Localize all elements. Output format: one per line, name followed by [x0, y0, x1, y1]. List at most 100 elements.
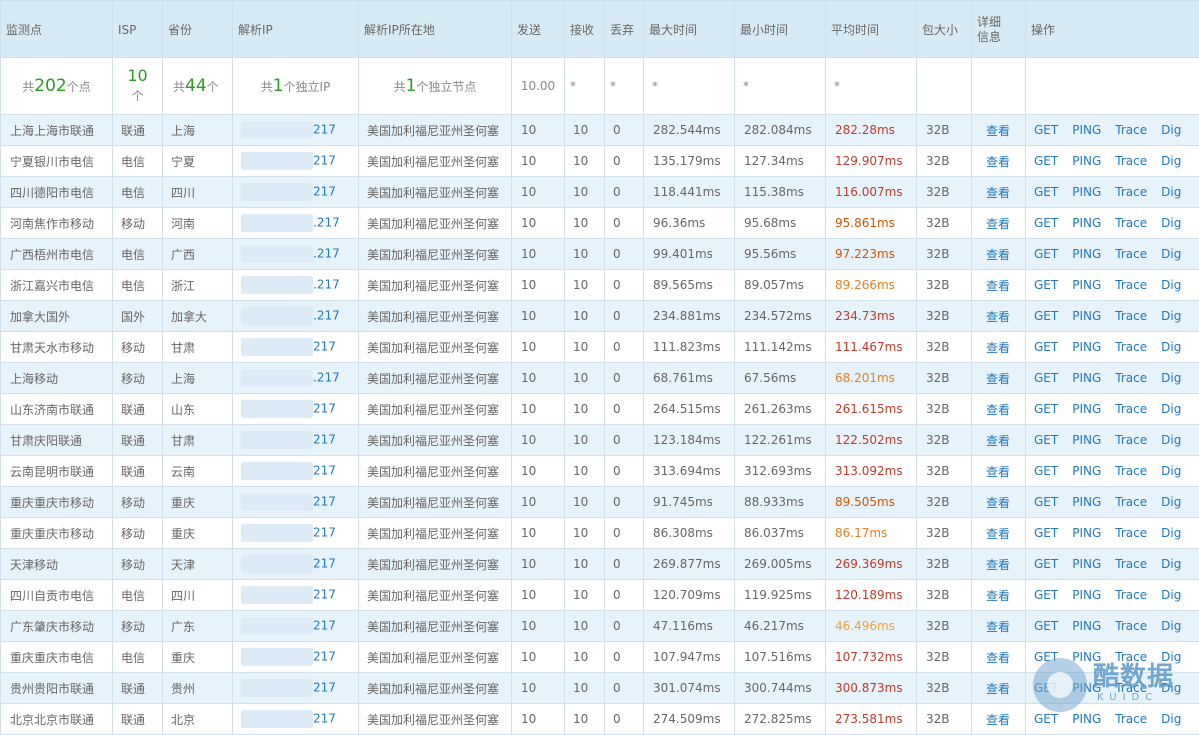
- trace-link[interactable]: Trace: [1115, 371, 1147, 385]
- trace-link[interactable]: Trace: [1115, 619, 1147, 633]
- ping-link[interactable]: PING: [1072, 464, 1101, 478]
- trace-link[interactable]: Trace: [1115, 433, 1147, 447]
- trace-link[interactable]: Trace: [1115, 340, 1147, 354]
- ping-link[interactable]: PING: [1072, 681, 1101, 695]
- trace-link[interactable]: Trace: [1115, 588, 1147, 602]
- view-link[interactable]: 查看: [986, 372, 1010, 386]
- ping-link[interactable]: PING: [1072, 247, 1101, 261]
- view-link[interactable]: 查看: [986, 248, 1010, 262]
- view-link[interactable]: 查看: [986, 496, 1010, 510]
- get-link[interactable]: GET: [1034, 340, 1058, 354]
- view-link[interactable]: 查看: [986, 434, 1010, 448]
- view-link[interactable]: 查看: [986, 186, 1010, 200]
- view-link[interactable]: 查看: [986, 465, 1010, 479]
- trace-link[interactable]: Trace: [1115, 495, 1147, 509]
- view-link[interactable]: 查看: [986, 620, 1010, 634]
- dig-link[interactable]: Dig: [1161, 371, 1181, 385]
- get-link[interactable]: GET: [1034, 309, 1058, 323]
- view-link[interactable]: 查看: [986, 527, 1010, 541]
- get-link[interactable]: GET: [1034, 216, 1058, 230]
- view-link[interactable]: 查看: [986, 651, 1010, 665]
- dig-link[interactable]: Dig: [1161, 185, 1181, 199]
- get-link[interactable]: GET: [1034, 154, 1058, 168]
- dig-link[interactable]: Dig: [1161, 526, 1181, 540]
- get-link[interactable]: GET: [1034, 402, 1058, 416]
- view-link[interactable]: 查看: [986, 682, 1010, 696]
- ping-link[interactable]: PING: [1072, 588, 1101, 602]
- ping-link[interactable]: PING: [1072, 216, 1101, 230]
- dig-link[interactable]: Dig: [1161, 433, 1181, 447]
- trace-link[interactable]: Trace: [1115, 681, 1147, 695]
- dig-link[interactable]: Dig: [1161, 123, 1181, 137]
- ping-link[interactable]: PING: [1072, 371, 1101, 385]
- ping-link[interactable]: PING: [1072, 650, 1101, 664]
- view-link[interactable]: 查看: [986, 589, 1010, 603]
- dig-link[interactable]: Dig: [1161, 681, 1181, 695]
- dig-link[interactable]: Dig: [1161, 247, 1181, 261]
- get-link[interactable]: GET: [1034, 495, 1058, 509]
- view-link[interactable]: 查看: [986, 155, 1010, 169]
- trace-link[interactable]: Trace: [1115, 526, 1147, 540]
- dig-link[interactable]: Dig: [1161, 650, 1181, 664]
- ping-link[interactable]: PING: [1072, 309, 1101, 323]
- get-link[interactable]: GET: [1034, 123, 1058, 137]
- view-link[interactable]: 查看: [986, 310, 1010, 324]
- dig-link[interactable]: Dig: [1161, 712, 1181, 726]
- get-link[interactable]: GET: [1034, 278, 1058, 292]
- dig-link[interactable]: Dig: [1161, 154, 1181, 168]
- dig-link[interactable]: Dig: [1161, 309, 1181, 323]
- dig-link[interactable]: Dig: [1161, 557, 1181, 571]
- ping-link[interactable]: PING: [1072, 433, 1101, 447]
- dig-link[interactable]: Dig: [1161, 619, 1181, 633]
- view-link[interactable]: 查看: [986, 403, 1010, 417]
- view-link[interactable]: 查看: [986, 558, 1010, 572]
- ping-link[interactable]: PING: [1072, 185, 1101, 199]
- dig-link[interactable]: Dig: [1161, 464, 1181, 478]
- view-link[interactable]: 查看: [986, 124, 1010, 138]
- trace-link[interactable]: Trace: [1115, 216, 1147, 230]
- ping-link[interactable]: PING: [1072, 123, 1101, 137]
- get-link[interactable]: GET: [1034, 650, 1058, 664]
- get-link[interactable]: GET: [1034, 433, 1058, 447]
- view-link[interactable]: 查看: [986, 341, 1010, 355]
- dig-link[interactable]: Dig: [1161, 278, 1181, 292]
- ping-link[interactable]: PING: [1072, 495, 1101, 509]
- get-link[interactable]: GET: [1034, 588, 1058, 602]
- view-link[interactable]: 查看: [986, 713, 1010, 727]
- ping-link[interactable]: PING: [1072, 619, 1101, 633]
- get-link[interactable]: GET: [1034, 526, 1058, 540]
- get-link[interactable]: GET: [1034, 712, 1058, 726]
- get-link[interactable]: GET: [1034, 464, 1058, 478]
- ping-link[interactable]: PING: [1072, 402, 1101, 416]
- ping-link[interactable]: PING: [1072, 154, 1101, 168]
- get-link[interactable]: GET: [1034, 557, 1058, 571]
- trace-link[interactable]: Trace: [1115, 278, 1147, 292]
- trace-link[interactable]: Trace: [1115, 650, 1147, 664]
- ping-link[interactable]: PING: [1072, 712, 1101, 726]
- view-link[interactable]: 查看: [986, 279, 1010, 293]
- trace-link[interactable]: Trace: [1115, 557, 1147, 571]
- dig-link[interactable]: Dig: [1161, 495, 1181, 509]
- trace-link[interactable]: Trace: [1115, 123, 1147, 137]
- trace-link[interactable]: Trace: [1115, 247, 1147, 261]
- get-link[interactable]: GET: [1034, 619, 1058, 633]
- dig-link[interactable]: Dig: [1161, 588, 1181, 602]
- trace-link[interactable]: Trace: [1115, 154, 1147, 168]
- ping-link[interactable]: PING: [1072, 557, 1101, 571]
- get-link[interactable]: GET: [1034, 185, 1058, 199]
- trace-link[interactable]: Trace: [1115, 309, 1147, 323]
- trace-link[interactable]: Trace: [1115, 402, 1147, 416]
- trace-link[interactable]: Trace: [1115, 712, 1147, 726]
- trace-link[interactable]: Trace: [1115, 464, 1147, 478]
- ping-link[interactable]: PING: [1072, 340, 1101, 354]
- dig-link[interactable]: Dig: [1161, 340, 1181, 354]
- trace-link[interactable]: Trace: [1115, 185, 1147, 199]
- ping-link[interactable]: PING: [1072, 278, 1101, 292]
- dig-link[interactable]: Dig: [1161, 216, 1181, 230]
- ping-link[interactable]: PING: [1072, 526, 1101, 540]
- get-link[interactable]: GET: [1034, 371, 1058, 385]
- dig-link[interactable]: Dig: [1161, 402, 1181, 416]
- get-link[interactable]: GET: [1034, 681, 1058, 695]
- get-link[interactable]: GET: [1034, 247, 1058, 261]
- view-link[interactable]: 查看: [986, 217, 1010, 231]
